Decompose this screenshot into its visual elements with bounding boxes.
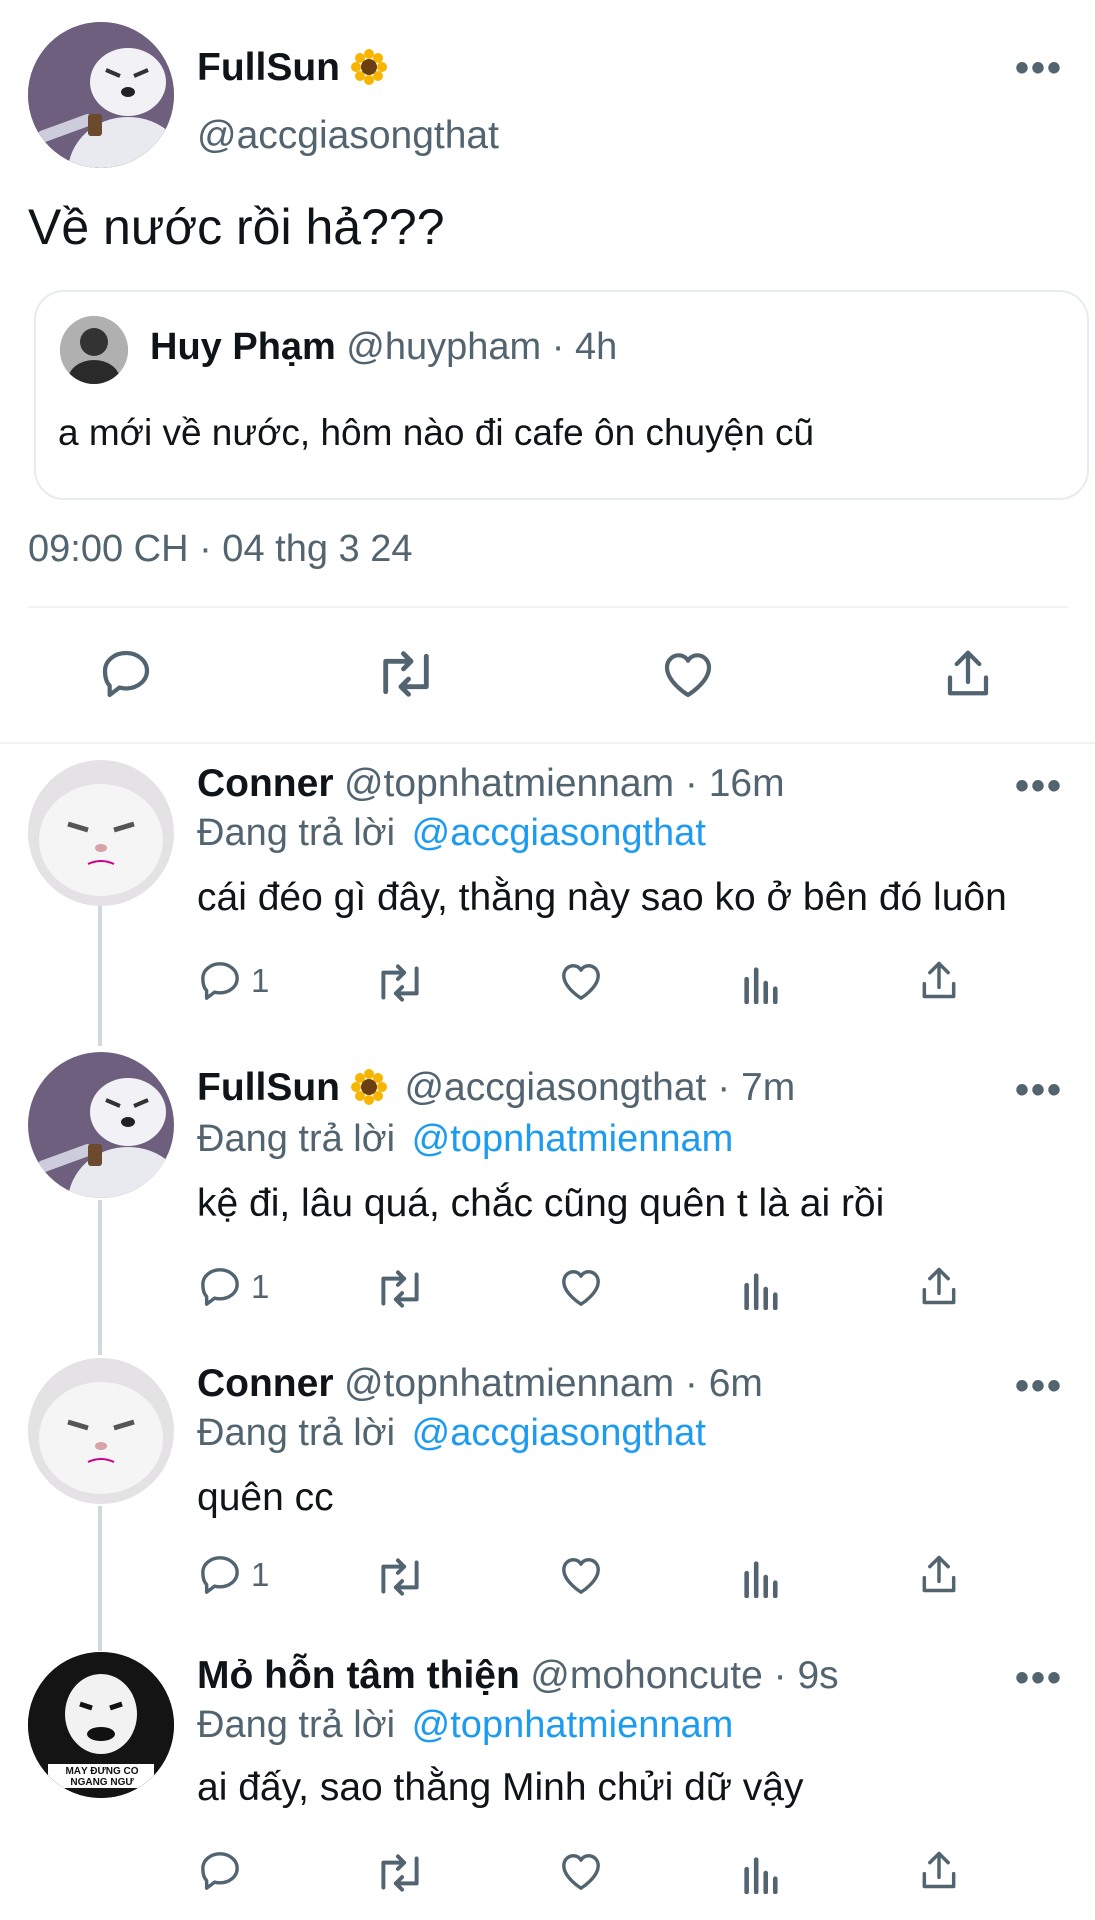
retweet-icon[interactable] (373, 962, 427, 1004)
replying-label: Đang trả lời (197, 1118, 396, 1160)
share-icon[interactable] (918, 958, 960, 1002)
more-options-icon[interactable]: ••• (1015, 1658, 1063, 1698)
reply-text: kệ đi, lâu quá, chắc cũng quên t là ai r… (197, 1182, 885, 1225)
sunflower-icon (350, 48, 388, 86)
avatar-fullsun[interactable] (28, 1052, 174, 1198)
avatar-conner[interactable] (28, 1358, 174, 1504)
avatar-caption: MÀY ĐỨNG CÓ (65, 1766, 139, 1777)
more-options-icon[interactable]: ••• (1015, 766, 1063, 806)
reply-author-name[interactable]: Conner (197, 1362, 334, 1405)
reply-text: cái đéo gì đây, thằng này sao ko ở bên đ… (197, 876, 1007, 919)
analytics-icon[interactable] (740, 1268, 780, 1310)
avatar-mohoncute[interactable]: MÀY ĐỨNG CÓ NGANG NGƯ (28, 1652, 174, 1798)
author-name[interactable]: FullSun (197, 46, 340, 89)
more-options-icon[interactable]: ••• (1015, 1070, 1063, 1110)
reply-icon[interactable]: 1 (197, 1554, 269, 1596)
quote-author-name: Huy Phạm (150, 326, 336, 368)
reply-text: quên cc (197, 1476, 334, 1519)
analytics-icon[interactable] (740, 1852, 780, 1894)
like-icon[interactable] (558, 1850, 604, 1892)
divider (0, 742, 1095, 744)
analytics-icon[interactable] (740, 962, 780, 1004)
reply-handle-time[interactable]: @topnhatmiennam · 16m (344, 762, 785, 805)
reply-handle-time[interactable]: @accgiasongthat · 7m (404, 1066, 795, 1109)
more-options-icon[interactable]: ••• (1015, 1366, 1063, 1406)
divider (28, 606, 1068, 608)
reply-icon[interactable] (98, 648, 154, 700)
like-icon[interactable] (558, 960, 604, 1002)
avatar-conner[interactable] (28, 760, 174, 906)
retweet-icon[interactable] (373, 1268, 427, 1310)
reply-author-name[interactable]: FullSun (197, 1066, 340, 1109)
avatar-caption: NGANG NGƯ (70, 1777, 134, 1788)
like-icon[interactable] (558, 1266, 604, 1308)
replying-to-link[interactable]: @accgiasongthat (412, 812, 706, 854)
reply-icon[interactable]: 1 (197, 1266, 269, 1308)
analytics-icon[interactable] (740, 1556, 780, 1598)
reply-icon[interactable]: 1 (197, 960, 269, 1002)
thread-line (98, 1506, 102, 1651)
thread-line (98, 1200, 102, 1355)
replying-to-link[interactable]: @accgiasongthat (412, 1412, 706, 1454)
quote-avatar[interactable] (60, 316, 128, 384)
reply-count: 1 (251, 1268, 270, 1305)
reply-count: 1 (251, 1556, 270, 1593)
replying-label: Đang trả lời (197, 1704, 396, 1746)
more-options-icon[interactable]: ••• (1015, 48, 1063, 88)
like-icon[interactable] (558, 1554, 604, 1596)
share-icon[interactable] (918, 1264, 960, 1308)
replying-to-link[interactable]: @topnhatmiennam (412, 1704, 734, 1746)
quote-text: a mới về nước, hôm nào đi cafe ôn chuyện… (58, 412, 815, 453)
reply-handle-time[interactable]: @topnhatmiennam · 6m (344, 1362, 763, 1405)
share-icon[interactable] (918, 1848, 960, 1892)
retweet-icon[interactable] (373, 648, 439, 700)
reply-handle-time[interactable]: @mohoncute · 9s (530, 1654, 838, 1697)
author-handle[interactable]: @accgiasongthat (197, 114, 499, 158)
replying-label: Đang trả lời (197, 812, 396, 854)
replying-label: Đang trả lời (197, 1412, 396, 1454)
reply-author-name[interactable]: Conner (197, 762, 334, 805)
quote-handle-time: @huypham · 4h (346, 326, 618, 368)
quoted-tweet[interactable]: Huy Phạm @huypham · 4h a mới về nước, hô… (34, 290, 1089, 500)
reply-author-name[interactable]: Mỏ hỗn tâm thiện (197, 1654, 520, 1697)
reply-icon[interactable] (197, 1850, 251, 1892)
reply-count: 1 (251, 962, 270, 999)
tweet-text: Về nước rồi hả??? (28, 199, 445, 255)
share-icon[interactable] (918, 1552, 960, 1596)
tweet-timestamp[interactable]: 09:00 CH · 04 thg 3 24 (28, 528, 412, 571)
sunflower-icon (350, 1068, 388, 1106)
like-icon[interactable] (660, 648, 716, 700)
retweet-icon[interactable] (373, 1556, 427, 1598)
avatar-fullsun[interactable] (28, 22, 174, 168)
share-icon[interactable] (942, 646, 994, 700)
reply-text: ai đấy, sao thằng Minh chửi dữ vậy (197, 1766, 804, 1809)
replying-to-link[interactable]: @topnhatmiennam (412, 1118, 734, 1160)
thread-line (98, 906, 102, 1046)
retweet-icon[interactable] (373, 1852, 427, 1894)
